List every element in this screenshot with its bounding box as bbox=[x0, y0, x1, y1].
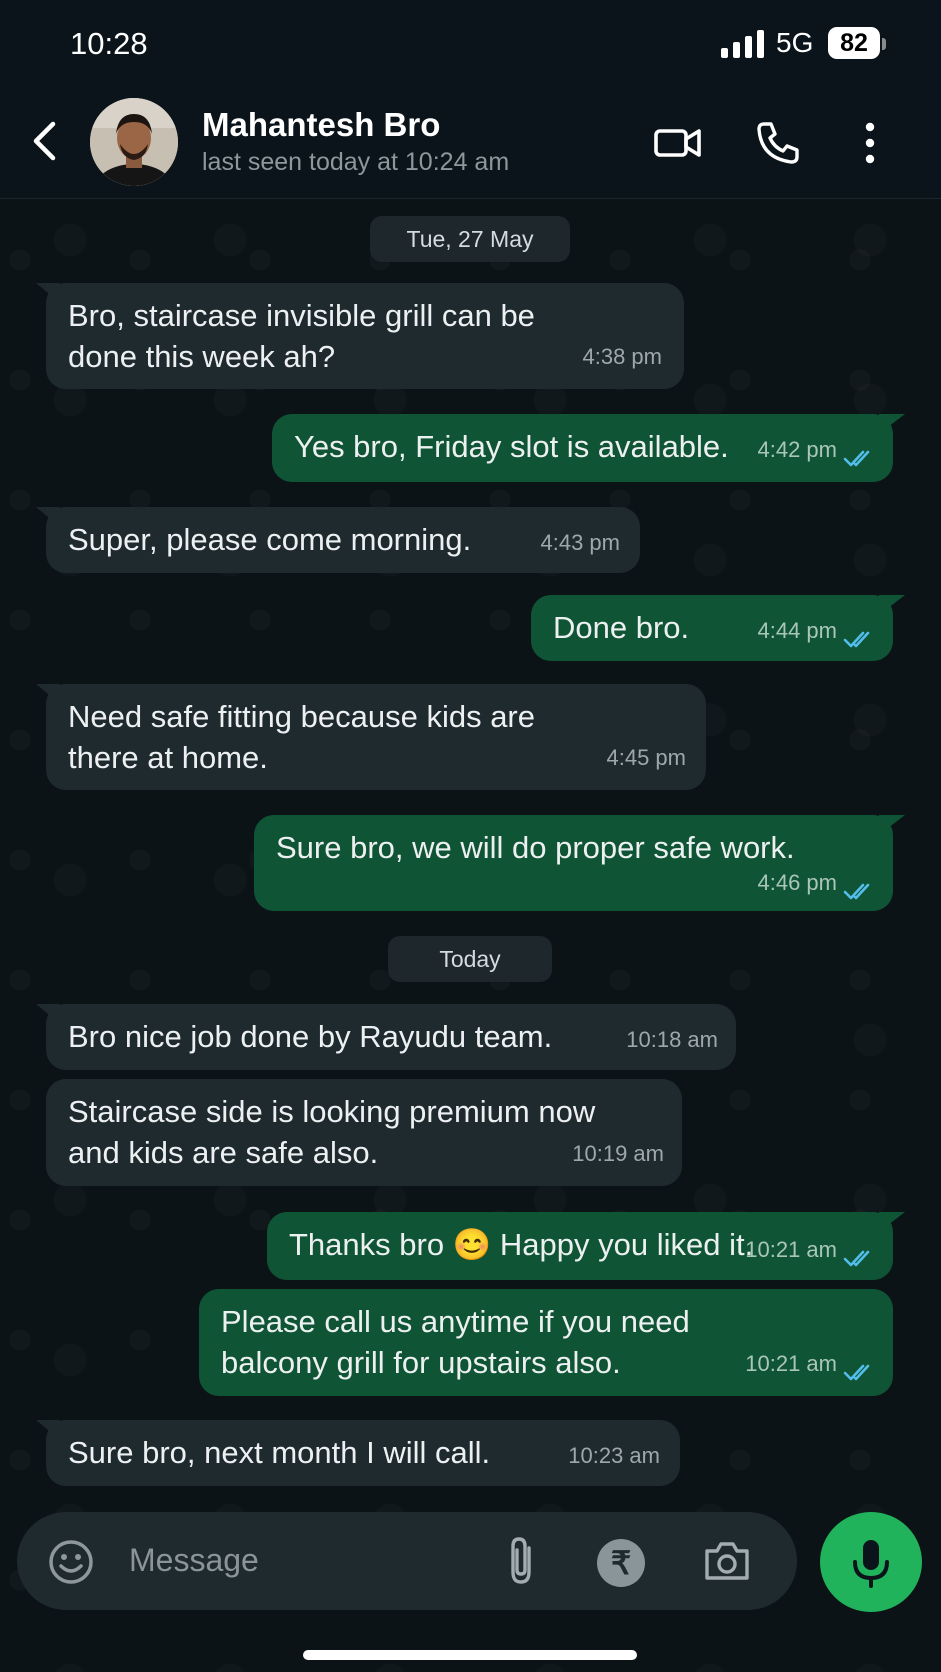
read-receipt-icon bbox=[843, 1250, 870, 1267]
message-text: Bro nice job done by Rayudu team. bbox=[68, 1019, 553, 1054]
microphone-icon bbox=[853, 1540, 889, 1588]
date-chip-today: Today bbox=[388, 936, 552, 982]
message-composer[interactable]: Message ₹ bbox=[17, 1512, 797, 1610]
status-time: 10:28 bbox=[70, 26, 148, 61]
network-type: 5G bbox=[776, 27, 814, 58]
bubble-tail bbox=[879, 595, 905, 615]
read-receipt-icon bbox=[843, 883, 870, 900]
message-time: 4:45 pm bbox=[606, 745, 687, 770]
message-input[interactable]: Message bbox=[129, 1542, 259, 1579]
message-text: Done bro. bbox=[553, 610, 690, 645]
bubble-tail bbox=[36, 1420, 60, 1440]
chat-header: Mahantesh Bro last seen today at 10:24 a… bbox=[0, 88, 941, 199]
attach-icon[interactable] bbox=[502, 1534, 542, 1588]
incoming-message[interactable]: Sure bro, next month I will call. 10:23 … bbox=[36, 1420, 680, 1486]
message-text: Yes bro, Friday slot is available. bbox=[294, 429, 729, 464]
message-text: Need safe fitting because kids are there … bbox=[68, 699, 535, 775]
bubble-tail bbox=[879, 815, 905, 835]
message-text: Bro, staircase invisible grill can be don… bbox=[68, 298, 535, 374]
date-chip: Tue, 27 May bbox=[370, 216, 570, 262]
bubble-tail bbox=[36, 684, 60, 704]
message-time: 10:21 am bbox=[745, 1237, 837, 1262]
message-text: Super, please come morning. bbox=[68, 522, 472, 557]
status-bar: 10:28 5G 82 bbox=[0, 0, 941, 88]
message-time: 10:18 am bbox=[626, 1027, 718, 1052]
message-time: 10:23 am bbox=[568, 1443, 660, 1468]
message-text: Thanks bro 😊 Happy you liked it. bbox=[289, 1227, 754, 1262]
incoming-message[interactable]: Bro nice job done by Rayudu team. 10:18 … bbox=[36, 1004, 736, 1070]
read-receipt-icon bbox=[843, 631, 870, 648]
message-text: Sure bro, next month I will call. bbox=[68, 1435, 491, 1470]
camera-icon[interactable] bbox=[702, 1538, 752, 1584]
last-seen-status: last seen today at 10:24 am bbox=[202, 148, 510, 176]
message-time: 4:44 pm bbox=[757, 618, 838, 643]
read-receipt-icon bbox=[843, 450, 870, 467]
payment-icon[interactable]: ₹ bbox=[597, 1539, 645, 1587]
bubble-tail bbox=[879, 414, 905, 434]
contact-name[interactable]: Mahantesh Bro bbox=[202, 106, 440, 144]
more-options-icon[interactable] bbox=[845, 118, 895, 168]
signal-icon bbox=[721, 30, 765, 58]
message-time: 10:21 am bbox=[745, 1351, 837, 1376]
message-text: Staircase side is looking premium now and… bbox=[68, 1094, 596, 1170]
incoming-message[interactable]: Need safe fitting because kids are there … bbox=[36, 684, 706, 790]
outgoing-message[interactable]: Thanks bro 😊 Happy you liked it. 10:21 a… bbox=[267, 1212, 905, 1280]
home-indicator bbox=[303, 1650, 637, 1660]
battery-icon: 82 bbox=[828, 27, 880, 59]
video-call-icon[interactable] bbox=[653, 118, 703, 168]
battery-nub bbox=[882, 38, 886, 50]
incoming-message[interactable]: Staircase side is looking premium now and… bbox=[46, 1079, 682, 1186]
message-time: 4:42 pm bbox=[757, 437, 838, 462]
read-receipt-icon bbox=[843, 1364, 870, 1381]
avatar-image bbox=[90, 98, 178, 186]
emoji-icon[interactable] bbox=[47, 1538, 95, 1586]
bubble-tail bbox=[36, 1004, 60, 1024]
outgoing-message[interactable]: Done bro. 4:44 pm bbox=[531, 595, 905, 661]
message-time: 4:43 pm bbox=[540, 530, 621, 555]
message-time: 4:38 pm bbox=[582, 344, 663, 369]
outgoing-message[interactable]: Yes bro, Friday slot is available. 4:42 … bbox=[272, 414, 905, 482]
avatar[interactable] bbox=[90, 98, 178, 186]
microphone-button[interactable] bbox=[820, 1512, 922, 1612]
incoming-message[interactable]: Bro, staircase invisible grill can be don… bbox=[36, 283, 684, 389]
outgoing-message[interactable]: Sure bro, we will do proper safe work. 4… bbox=[254, 815, 905, 911]
incoming-message[interactable]: Super, please come morning. 4:43 pm bbox=[36, 507, 640, 573]
message-time: 4:46 pm bbox=[757, 870, 838, 895]
bubble-tail bbox=[879, 1212, 905, 1232]
bubble-tail bbox=[36, 283, 60, 303]
message-text: Please call us anytime if you need balcon… bbox=[221, 1304, 690, 1380]
voice-call-icon[interactable] bbox=[753, 118, 803, 168]
back-arrow-icon[interactable] bbox=[22, 116, 72, 166]
message-text: Sure bro, we will do proper safe work. bbox=[276, 830, 795, 865]
message-time: 10:19 am bbox=[572, 1141, 664, 1166]
outgoing-message[interactable]: Please call us anytime if you need balcon… bbox=[199, 1289, 893, 1396]
bubble-tail bbox=[36, 507, 60, 527]
